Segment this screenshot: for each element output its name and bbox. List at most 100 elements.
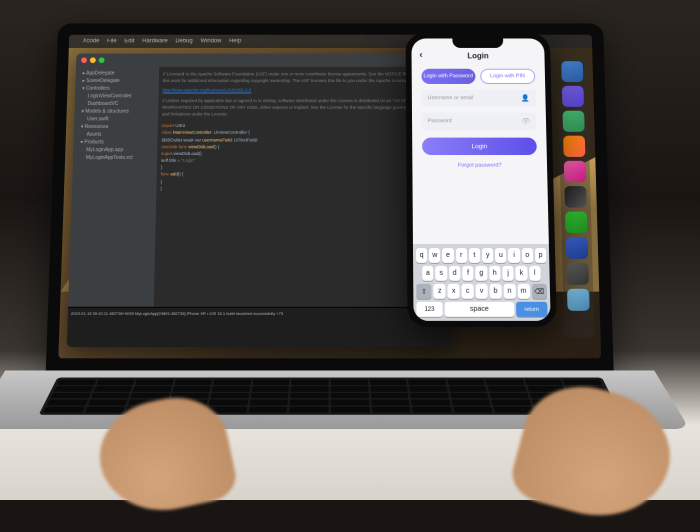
keyboard-key[interactable]: j	[502, 266, 514, 281]
laptop-key	[87, 400, 128, 406]
laptop-key	[566, 386, 606, 391]
ide-project-navigator[interactable]: ▸ AppDelegate ▸ SceneDelegate ▾ Controll…	[68, 67, 159, 307]
tab-login-pin[interactable]: Login with PIN	[480, 69, 536, 84]
keyboard-key[interactable]: d	[449, 266, 461, 281]
laptop-key	[371, 407, 410, 413]
login-button[interactable]: Login	[422, 138, 537, 155]
dock-app-icon[interactable]	[566, 263, 589, 285]
minimize-icon[interactable]	[90, 57, 96, 63]
nav-item[interactable]: Assets	[77, 131, 155, 139]
code-block: import UIKitclass MainViewController: UI…	[160, 122, 445, 192]
laptop-key	[527, 386, 566, 391]
keyboard-key[interactable]: f	[462, 266, 474, 281]
laptop-key	[486, 379, 525, 384]
nav-item[interactable]: ▾ Controllers	[78, 85, 156, 93]
nav-item[interactable]: ▸ SceneDelegate	[78, 77, 156, 85]
laptop-key	[210, 393, 249, 399]
keyboard-key[interactable]: o	[522, 248, 534, 263]
keyboard-key[interactable]: n	[503, 284, 515, 299]
dock-app-icon[interactable]	[562, 111, 584, 132]
keyboard-key[interactable]: i	[508, 248, 519, 263]
keyboard-key[interactable]: l	[529, 266, 541, 281]
keyboard-key[interactable]: v	[476, 284, 488, 299]
keyboard-space-key[interactable]: space	[444, 302, 514, 317]
nav-item[interactable]: ▾ Models & structures	[77, 108, 155, 116]
nav-item[interactable]: LoginViewController	[78, 93, 156, 101]
keyboard-key[interactable]: r	[456, 248, 467, 263]
nav-item[interactable]: User.swift	[77, 115, 155, 123]
laptop-key	[563, 379, 602, 384]
login-tabs: Login with Password Login with PIN	[421, 69, 535, 84]
keyboard-key[interactable]: c	[462, 284, 474, 299]
keyboard-key[interactable]: t	[469, 248, 480, 263]
menubar-app[interactable]: Xcode	[83, 39, 100, 45]
menubar-debug[interactable]: Debug	[175, 39, 192, 45]
password-field[interactable]: Password 👁	[422, 113, 537, 130]
close-icon[interactable]	[81, 57, 87, 63]
maximize-icon[interactable]	[99, 57, 105, 63]
dock-app-icon[interactable]	[565, 212, 588, 234]
keyboard-key[interactable]: b	[489, 284, 501, 299]
dock-app-icon[interactable]	[567, 289, 590, 311]
menubar-edit[interactable]: Edit	[124, 39, 134, 45]
menubar-file[interactable]: File	[107, 39, 117, 45]
password-placeholder: Password	[428, 118, 452, 124]
keyboard-key[interactable]: k	[516, 266, 528, 281]
dock-app-icon[interactable]	[564, 161, 586, 182]
keyboard-key[interactable]: z	[434, 284, 446, 299]
dock-app-icon[interactable]	[561, 61, 583, 82]
dock-app-icon[interactable]	[566, 237, 589, 259]
laptop-key	[170, 393, 209, 399]
laptop-key	[57, 379, 96, 384]
forgot-password-link[interactable]: Forgot password?	[422, 163, 537, 169]
laptop-screen: Xcode File Edit Hardware Debug Window He…	[58, 35, 601, 359]
menubar-window[interactable]: Window	[200, 39, 221, 45]
keyboard-key[interactable]: m	[517, 284, 529, 299]
tab-login-password[interactable]: Login with Password	[421, 69, 475, 84]
laptop-key	[569, 393, 609, 399]
keyboard-return-key[interactable]: return	[516, 302, 548, 317]
dock-app-icon[interactable]	[562, 86, 584, 107]
nav-item[interactable]: MyLoginApp.app	[76, 146, 154, 154]
code-link[interactable]: http://www.apache.org/licenses/LICENSE-2…	[162, 87, 444, 94]
email-field[interactable]: Username or email 👤	[422, 90, 536, 107]
nav-item[interactable]: ▾ Products	[76, 139, 154, 147]
nav-item[interactable]: ▾ Resources	[77, 123, 155, 131]
keyboard-numbers-key[interactable]: 123	[416, 302, 442, 317]
laptop-key	[575, 407, 616, 413]
menubar-hardware[interactable]: Hardware	[142, 39, 168, 45]
keyboard-key[interactable]: s	[436, 266, 448, 281]
laptop-key	[447, 379, 485, 384]
keyboard-key[interactable]: y	[482, 248, 493, 263]
laptop-key	[491, 400, 531, 406]
nav-item[interactable]: MyLoginAppTests.xct	[76, 154, 154, 162]
nav-item[interactable]: ▸ AppDelegate	[79, 70, 157, 78]
dock-app-icon[interactable]	[563, 136, 585, 157]
keyboard-key[interactable]: g	[476, 266, 488, 281]
laptop-key	[532, 400, 572, 406]
laptop-key	[412, 407, 452, 413]
eye-icon[interactable]: 👁	[521, 117, 530, 125]
ios-keyboard: qwertyuiop asdfghjkl ⇧zxcvbnm⌫ 123 space…	[413, 244, 551, 321]
ide-titlebar[interactable]	[76, 54, 448, 67]
keyboard-key[interactable]: x	[448, 284, 460, 299]
keyboard-key[interactable]: u	[495, 248, 506, 263]
keyboard-key[interactable]: ⇧	[416, 284, 432, 299]
keyboard-key[interactable]: p	[535, 248, 547, 263]
keyboard-key[interactable]: a	[422, 266, 433, 281]
keyboard-key[interactable]: q	[416, 248, 427, 263]
laptop-key	[529, 393, 569, 399]
laptop-base	[0, 371, 689, 429]
menubar-help[interactable]: Help	[229, 39, 241, 45]
back-arrow-icon[interactable]: ‹	[419, 50, 422, 60]
laptop-key	[251, 393, 289, 399]
laptop-key	[493, 407, 534, 413]
keyboard-key[interactable]: e	[442, 248, 453, 263]
keyboard-key[interactable]: ⌫	[531, 284, 547, 299]
dock-app-icon[interactable]	[564, 186, 586, 208]
keyboard-key[interactable]: h	[489, 266, 501, 281]
keyboard-key[interactable]: w	[429, 248, 440, 263]
laptop-key	[174, 379, 212, 384]
nav-item[interactable]: DashboardVC	[78, 100, 156, 108]
ide-console[interactable]: 2024-01-15 09:42:11.482736+0000 MyLoginA…	[67, 307, 451, 347]
